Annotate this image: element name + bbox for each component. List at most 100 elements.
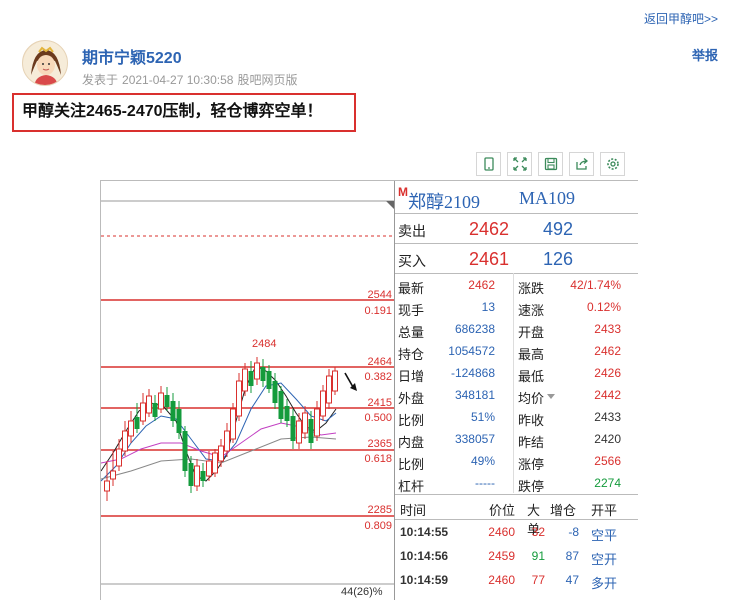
- quote-row: 持仓 1054572 最高 2462: [395, 341, 638, 363]
- candle-body: [290, 416, 296, 441]
- stat-label: 涨停: [518, 457, 545, 472]
- candlesticks: [104, 357, 338, 501]
- ask-label: 卖出: [398, 223, 426, 239]
- trade-row: 10:14:56 2459 91 87 空开: [395, 546, 638, 570]
- contract-code: MA109: [519, 188, 576, 208]
- phone-icon[interactable]: [476, 152, 501, 176]
- level-ratio-0618: 0.618: [364, 453, 392, 465]
- trade-inc: -8: [568, 525, 579, 539]
- ask-row: 卖出 2462 492: [395, 217, 638, 241]
- candle-body: [278, 391, 284, 419]
- trade-price: 2460: [488, 525, 515, 539]
- peak-label: 2484: [252, 338, 276, 350]
- quote-row: 比例 49% 涨停 2566: [395, 451, 638, 473]
- trade-row: 10:14:59 2460 77 47 多开: [395, 570, 638, 594]
- futures-chart: 2544 0.191 2484 2464 0.382 2415 0.500 23…: [100, 180, 638, 600]
- candle-body: [218, 445, 224, 462]
- stat-value: 51%: [470, 410, 495, 424]
- candle-body: [194, 465, 200, 487]
- candle-body: [302, 412, 308, 434]
- market-marker: M: [398, 185, 408, 199]
- stat-label: 昨结: [518, 435, 545, 450]
- chart-toolbar: [476, 152, 625, 178]
- candle-body: [152, 403, 158, 417]
- stat-value: 13: [481, 300, 495, 314]
- level-price-2365: 2365: [368, 438, 392, 450]
- candle-body: [116, 448, 122, 467]
- trade-price: 2459: [488, 549, 515, 563]
- trade-big: 77: [531, 573, 545, 587]
- quote-row: 外盘 348181 均价 2442: [395, 385, 638, 407]
- trade-time: 10:14:59: [400, 573, 449, 587]
- level-price-2544: 2544: [368, 289, 392, 301]
- trades-col-price: 价位: [488, 503, 515, 518]
- stat-value: 2442: [594, 388, 621, 402]
- bid-label: 买入: [398, 253, 426, 269]
- candle-body: [272, 381, 278, 403]
- contract-name: 郑醇2109: [408, 192, 480, 212]
- post-title: 甲醇关注2465-2470压制，轻仓博弈空单！: [22, 103, 323, 120]
- trade-inc: 87: [565, 549, 579, 563]
- stat-label: 速涨: [518, 303, 545, 318]
- back-to-forum-link[interactable]: 返回甲醇吧>>: [644, 10, 718, 27]
- level-ratio-0191: 0.191: [364, 305, 392, 317]
- chevron-down-icon[interactable]: [547, 394, 555, 399]
- trade-time: 10:14:55: [400, 525, 449, 539]
- candle-body: [230, 408, 236, 440]
- save-icon[interactable]: [538, 152, 563, 176]
- candle-body: [266, 371, 272, 389]
- stat-label: 开盘: [518, 325, 545, 340]
- quote-header: M 郑醇2109 MA109: [395, 181, 638, 214]
- trade-row: 10:14:55 2460 32 -8 空平: [395, 522, 638, 546]
- candle-body: [242, 368, 248, 392]
- quote-row: 现手 13 速涨 0.12%: [395, 297, 638, 319]
- level-price-2285: 2285: [368, 504, 392, 516]
- candle-body: [140, 402, 146, 422]
- candle-body: [176, 409, 182, 433]
- candle-body: [104, 480, 110, 492]
- quote-row: 日增 -124868 最低 2426: [395, 363, 638, 385]
- stat-label: 跌停: [518, 479, 545, 494]
- stat-label: 现手: [398, 303, 425, 318]
- posted-time: 2021-04-27 10:30:58: [122, 73, 234, 87]
- level-ratio-0500: 0.500: [364, 412, 392, 424]
- quote-row: 比例 51% 昨收 2433: [395, 407, 638, 429]
- kline-svg: 2544 0.191 2484 2464 0.382 2415 0.500 23…: [101, 200, 394, 598]
- level-price-2464: 2464: [368, 356, 392, 368]
- kline-chart[interactable]: 2544 0.191 2484 2464 0.382 2415 0.500 23…: [101, 181, 394, 600]
- stat-label: 涨跌: [518, 281, 545, 296]
- post-meta: 发表于 2021-04-27 10:30:58 股吧网页版: [82, 71, 301, 88]
- trade-oc: 多开: [591, 576, 618, 591]
- settings-icon[interactable]: [600, 152, 625, 176]
- stat-label: 外盘: [398, 391, 425, 406]
- avatar[interactable]: [22, 40, 68, 86]
- candle-body: [248, 371, 254, 386]
- stat-label: 内盘: [398, 435, 425, 450]
- candle-body: [182, 431, 188, 471]
- candle-body: [134, 417, 140, 429]
- author-name[interactable]: 期市宁颖5220: [82, 44, 182, 68]
- candle-body: [146, 395, 152, 414]
- trades-col-oc: 开平: [591, 503, 618, 518]
- trade-oc: 空平: [591, 528, 618, 543]
- bid-row: 买入 2461 126: [395, 247, 638, 271]
- candle-body: [158, 392, 164, 410]
- report-button[interactable]: 举报: [692, 45, 718, 64]
- candle-body: [320, 390, 326, 417]
- quote-row: 最新 2462 涨跌 42/1.74%: [395, 275, 638, 297]
- quote-row: 总量 686238 开盘 2433: [395, 319, 638, 341]
- stat-value: 2566: [594, 454, 621, 468]
- stat-value: 2462: [594, 344, 621, 358]
- candle-body: [170, 401, 176, 421]
- stat-value: 2433: [594, 410, 621, 424]
- expand-icon[interactable]: [507, 152, 532, 176]
- quote-row: 内盘 338057 昨结 2420: [395, 429, 638, 451]
- candle-body: [332, 370, 338, 392]
- trades-col-time: 时间: [400, 503, 427, 518]
- share-icon[interactable]: [569, 152, 594, 176]
- stat-label: 最低: [518, 369, 545, 384]
- stat-label: 比例: [398, 457, 425, 472]
- stat-value: 1054572: [448, 344, 495, 358]
- candle-body: [188, 463, 194, 486]
- candle-body: [224, 430, 230, 452]
